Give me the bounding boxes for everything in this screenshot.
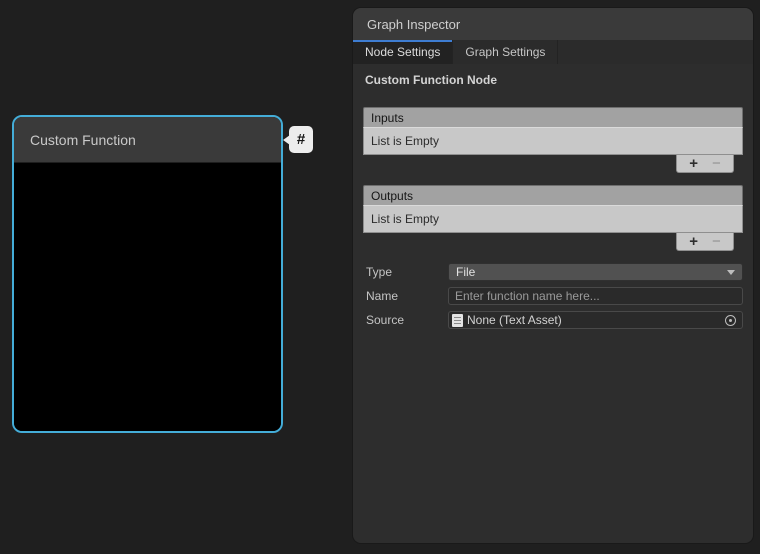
inputs-add-button[interactable]: + [689, 157, 698, 171]
inputs-list: Inputs List is Empty + − [363, 107, 743, 173]
inputs-list-footer: + − [363, 155, 743, 173]
source-field-row: Source None (Text Asset) [363, 311, 743, 329]
node-title: Custom Function [30, 132, 136, 148]
outputs-list-body: List is Empty [363, 205, 743, 233]
type-dropdown[interactable]: File [448, 263, 743, 281]
tab-node-settings[interactable]: Node Settings [353, 40, 453, 64]
outputs-remove-button[interactable]: − [712, 235, 721, 249]
outputs-list-header[interactable]: Outputs [363, 185, 743, 205]
panel-title: Graph Inspector [367, 17, 460, 32]
inputs-list-header[interactable]: Inputs [363, 107, 743, 127]
type-field-row: Type File [363, 263, 743, 281]
hash-icon: # [297, 131, 305, 148]
text-asset-icon [452, 314, 463, 327]
type-field-label: Type [363, 265, 448, 279]
inputs-list-title: Inputs [371, 111, 404, 125]
panel-body: Custom Function Node Inputs List is Empt… [353, 64, 753, 329]
inputs-footer-buttons: + − [676, 155, 734, 173]
outputs-list-footer: + − [363, 233, 743, 251]
tab-graph-settings[interactable]: Graph Settings [453, 40, 558, 64]
inputs-list-body: List is Empty [363, 127, 743, 155]
custom-function-node[interactable]: Custom Function [12, 115, 283, 433]
node-body [14, 163, 281, 432]
tab-bar: Node Settings Graph Settings [353, 40, 753, 64]
source-object-value: None (Text Asset) [467, 313, 562, 327]
name-field-label: Name [363, 289, 448, 303]
outputs-list-title: Outputs [371, 189, 413, 203]
source-object-field[interactable]: None (Text Asset) [448, 311, 743, 329]
chevron-down-icon [727, 270, 735, 275]
node-title-bar[interactable]: Custom Function [14, 117, 281, 163]
source-field-label: Source [363, 313, 448, 327]
function-fields: Type File Name Source None (Text Asset) [363, 263, 743, 329]
graph-inspector-panel: Graph Inspector Node Settings Graph Sett… [353, 8, 753, 543]
outputs-empty-label: List is Empty [371, 212, 439, 226]
hash-badge[interactable]: # [289, 126, 313, 153]
outputs-add-button[interactable]: + [689, 235, 698, 249]
panel-header[interactable]: Graph Inspector [353, 8, 753, 40]
inputs-remove-button[interactable]: − [712, 157, 721, 171]
type-dropdown-value: File [456, 265, 475, 279]
node-settings-heading: Custom Function Node [365, 73, 743, 87]
inputs-empty-label: List is Empty [371, 134, 439, 148]
name-field-row: Name [363, 287, 743, 305]
outputs-list: Outputs List is Empty + − [363, 185, 743, 251]
function-name-input[interactable] [448, 287, 743, 305]
object-picker-icon[interactable] [725, 315, 736, 326]
outputs-footer-buttons: + − [676, 233, 734, 251]
